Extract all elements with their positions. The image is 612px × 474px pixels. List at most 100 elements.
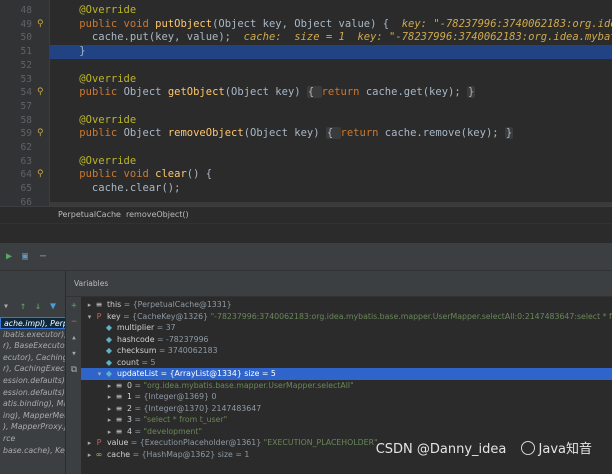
variable-row[interactable]: ◆ multiplier = 37 [81,322,612,334]
code-token: } [54,45,86,58]
code-token: @Override [79,113,137,126]
code-line[interactable]: public Object getObject(Object key) { re… [50,86,612,100]
code-line[interactable]: cache.put(key, value); cache: size = 1 k… [50,31,612,45]
variable-row[interactable]: ▸ ≡ 2 = {Integer@1370} 2147483647 [81,403,612,415]
arrow-up-icon[interactable]: ↑ [20,301,26,313]
breadcrumb-class[interactable]: PerpetualCache [58,207,121,223]
add-watch-icon[interactable]: + [69,301,79,311]
variable-row[interactable]: ▸ ≡ 1 = {Integer@1369} 0 [81,391,612,403]
variable-type: = {PerpetualCache@1331} [121,300,232,309]
copy-icon[interactable]: ⧉ [69,365,79,375]
code-line[interactable]: public Object removeObject(Object key) {… [50,127,612,141]
code-token: putObject [155,17,213,30]
override-marker-icon[interactable]: ⚲ [37,168,47,182]
field-icon: ◆ [105,369,113,378]
console-icon[interactable]: ▣ [18,250,32,264]
arrow-down-icon[interactable]: ↓ [35,301,41,313]
variable-type: = {Integer@1370} 2147483647 [131,403,262,413]
line-number: 49 [20,18,32,30]
code-token: cache.put(key, value); [54,31,244,44]
remove-watch-icon[interactable]: − [69,317,79,327]
variable-type: = {Integer@1369} 0 [131,392,217,401]
code-line[interactable]: public void putObject(Object key, Object… [50,18,612,32]
variable-name: multiplier [117,323,155,332]
object-icon: ≡ [115,415,123,424]
variable-row[interactable]: ▸ ≡ this = {PerpetualCache@1331} [81,299,612,311]
stack-frame[interactable]: ession.defaults), [0,375,65,387]
override-marker-icon[interactable]: ⚲ [37,127,47,141]
variable-row[interactable]: ◆ count = 5 [81,357,612,369]
code-token: cache: size = 1 key: "-78237996:37400621… [243,31,612,44]
code-line[interactable] [50,100,612,114]
stack-frame[interactable]: ession.defaults), De [0,387,65,399]
code-area[interactable]: @Override public void putObject(Object k… [50,0,612,206]
resume-program-icon[interactable]: ▶ [2,250,16,264]
filter-icon[interactable]: ▼ [50,301,56,313]
thread-select-dropdown-icon[interactable]: ▾ [3,301,9,313]
frames-toolbar: ▾ ↑ ↓ ▼ [0,299,65,315]
stack-frame[interactable]: ing), MapperMethe [0,410,65,422]
override-marker-icon[interactable]: ⚲ [37,86,47,100]
line-number-gutter: 48 49 ⚲ 50 51 52 53 54 ⚲ 57 58 59 ⚲ 62 63 64 ⚲ 65 66 [0,0,50,206]
variable-row[interactable]: ▸ ≡ 0 = "org.idea.mybatis.base.mapper.User… [81,380,612,392]
code-token: } [467,86,476,99]
variable-name: checksum [117,346,157,355]
code-line[interactable]: @Override [50,4,612,18]
variable-type: = [131,415,144,424]
object-icon: ≡ [115,392,123,401]
code-line[interactable]: @Override [50,73,612,87]
debug-toolbar: ▶ ▣ ⋯ [0,243,612,271]
code-token: { [306,86,322,99]
override-marker-icon[interactable]: ⚲ [37,18,47,32]
code-token: (Object key) [243,127,326,140]
code-token: } [504,127,514,140]
code-line[interactable] [50,141,612,155]
stack-frame[interactable]: base.cache), Key [0,445,65,457]
line-number: 64 [20,169,32,181]
stack-frame[interactable]: ), MapperProxy.jav [0,421,65,433]
code-line[interactable]: public void clear() { [50,168,612,182]
variable-row[interactable]: ▾ Pkey = {CacheKey@1326} "-78237996:37400… [81,311,612,323]
code-editor[interactable]: 48 49 ⚲ 50 51 52 53 54 ⚲ 57 58 59 ⚲ 62 63 64 ⚲ 65 66 @Over… [0,0,612,206]
code-token: { [325,127,341,140]
variable-type: = [131,380,144,390]
field-icon: ◆ [105,334,113,344]
expand-toggle-closed-icon[interactable]: ▸ [85,450,94,462]
code-line[interactable]: cache.clear(); [50,182,612,196]
variable-row[interactable]: ◆ checksum = 3740062183 [81,345,612,357]
variable-row[interactable]: ▾ ◆ updateList = {ArrayList@1334} size = 5 [81,368,612,380]
line-number: 63 [20,155,32,167]
variable-type: = 37 [154,323,176,332]
breadcrumb-method[interactable]: removeObject() [126,207,189,223]
stack-frame[interactable]: atis.binding), Map [0,398,65,410]
stack-frame[interactable]: ache.impl), Perpetu [0,317,65,329]
stack-frame[interactable]: ibatis.executor), [0,329,65,341]
variable-row[interactable]: ▸ ≡ 3 = "select * from t_user" [81,414,612,426]
line-number: 58 [20,114,32,126]
code-line[interactable]: } [50,45,612,59]
variable-row[interactable]: ◆ hashcode = -78237996 [81,334,612,346]
code-line[interactable]: @Override [50,114,612,128]
move-up-icon[interactable]: ▴ [69,333,79,343]
object-icon: ≡ [115,380,123,390]
stack-frame[interactable]: r), CachingExecu [0,363,65,375]
stack-frame[interactable]: ecutor), CachingExe [0,352,65,364]
variable-name: this [107,300,122,309]
stack-frame[interactable]: r), BaseExecutor.ja [0,340,65,352]
line-number: 54 [20,87,32,99]
stack-frame[interactable]: rce [0,433,65,445]
code-token: Object [123,86,168,99]
line-number: 65 [20,183,32,195]
variable-name: hashcode [117,334,155,344]
code-line[interactable] [50,59,612,73]
more-options-icon[interactable]: ⋯ [36,250,50,264]
variable-row[interactable]: ▸ ≡ 4 = "development" [81,426,612,438]
variable-name: value [107,438,129,447]
move-down-icon[interactable]: ▾ [69,349,79,359]
code-line[interactable]: @Override [50,155,612,169]
code-token: public void [79,17,156,30]
frames-panel: ▾ ↑ ↓ ▼ ache.impl), Perpetuibatis.execut… [0,271,66,474]
